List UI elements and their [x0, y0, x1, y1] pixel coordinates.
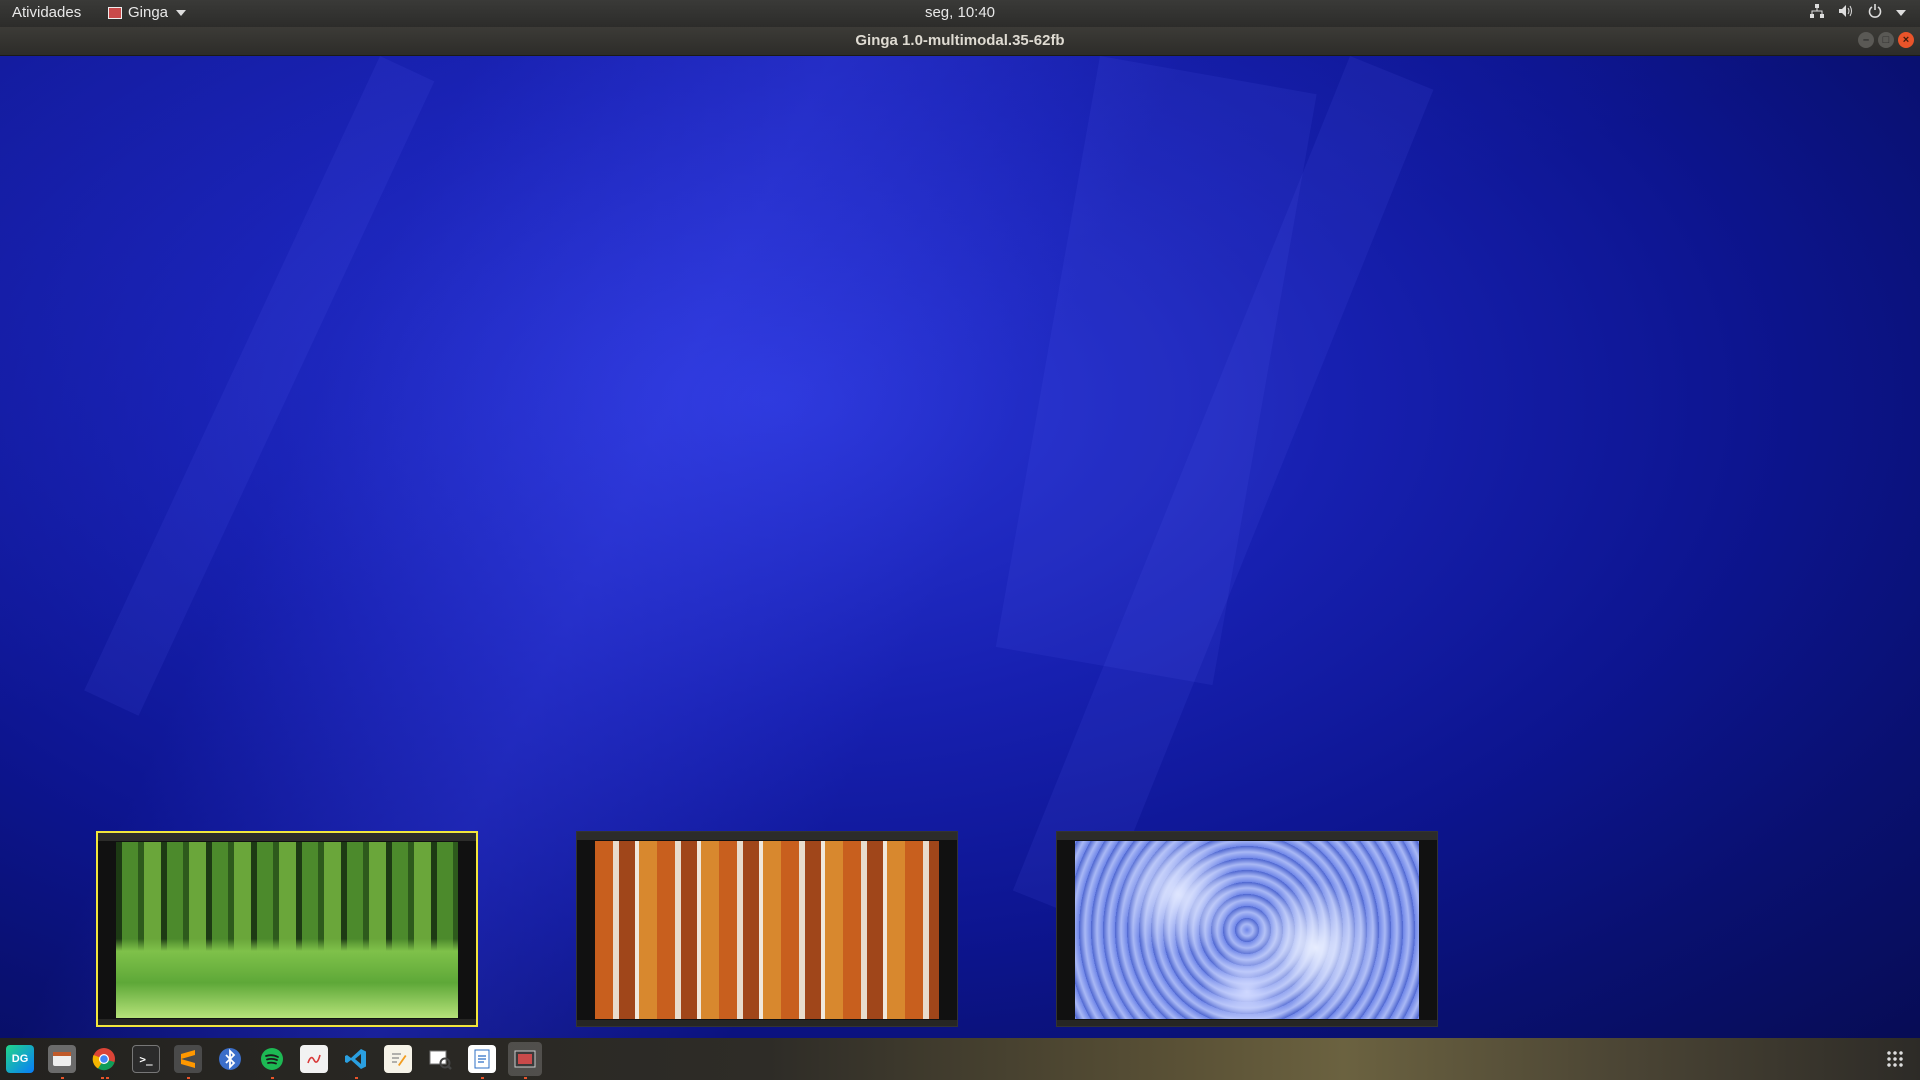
datagrip-label: DG [11, 1053, 29, 1065]
thumbnail-titlebar [98, 833, 476, 841]
text-editor-icon[interactable] [300, 1045, 328, 1073]
bluetooth-icon[interactable] [216, 1045, 244, 1073]
wallpaper-ray [84, 56, 435, 716]
chevron-down-icon[interactable] [1896, 10, 1906, 16]
ginga-app-icon[interactable] [508, 1042, 542, 1076]
sublime-text-icon[interactable] [174, 1045, 202, 1073]
system-tray[interactable] [1810, 4, 1906, 22]
dock: DG >_ [0, 1038, 1920, 1080]
running-indicator [524, 1077, 527, 1079]
power-icon[interactable] [1868, 4, 1882, 22]
running-indicator [61, 1077, 64, 1079]
autumn-scene-image [595, 841, 939, 1019]
files-icon[interactable] [48, 1045, 76, 1073]
thumbnail-controls [1057, 1020, 1437, 1026]
terminal-icon[interactable]: >_ [132, 1045, 160, 1073]
forest-scene-image [116, 842, 458, 1018]
thumbnail-controls [98, 1019, 476, 1025]
top-bar: Atividades Ginga seg, 10:40 [0, 0, 1920, 27]
video-thumbnail-snow[interactable] [1056, 831, 1438, 1027]
window-title: Ginga 1.0-multimodal.35-62fb [855, 32, 1065, 49]
thumbnail-controls [577, 1020, 957, 1026]
running-indicator [101, 1077, 104, 1079]
chevron-down-icon [176, 9, 187, 16]
window-title-bar[interactable]: Ginga 1.0-multimodal.35-62fb – □ × [0, 27, 1920, 56]
video-thumbnail-forest[interactable] [96, 831, 478, 1027]
ginga-app-icon [108, 6, 122, 19]
vscode-icon[interactable] [342, 1045, 370, 1073]
close-icon[interactable]: × [1898, 32, 1914, 48]
activities-button[interactable]: Atividades [12, 4, 81, 21]
document-icon[interactable] [468, 1045, 496, 1073]
spotify-icon[interactable] [258, 1045, 286, 1073]
running-indicator [187, 1077, 190, 1079]
app-menu-label: Ginga [128, 4, 169, 21]
terminal-label: >_ [139, 1052, 153, 1066]
running-indicator [355, 1077, 358, 1079]
snow-scene-image [1075, 841, 1419, 1019]
minimize-icon[interactable]: – [1858, 32, 1874, 48]
thumbnail-titlebar [577, 832, 957, 840]
clock[interactable]: seg, 10:40 [925, 4, 995, 21]
datagrip-icon[interactable]: DG [6, 1045, 34, 1073]
chrome-icon[interactable] [90, 1045, 118, 1073]
thumbnail-titlebar [1057, 832, 1437, 840]
notes-icon[interactable] [384, 1045, 412, 1073]
image-viewer-icon[interactable] [426, 1045, 454, 1073]
video-thumbnail-autumn[interactable] [576, 831, 958, 1027]
app-menu[interactable]: Ginga [108, 4, 187, 21]
maximize-icon[interactable]: □ [1878, 32, 1894, 48]
running-indicator [106, 1077, 109, 1079]
network-icon[interactable] [1810, 4, 1824, 22]
volume-icon[interactable] [1838, 4, 1854, 22]
running-indicator [271, 1077, 274, 1079]
grid-icon[interactable] [1886, 1050, 1904, 1068]
running-indicator [481, 1077, 484, 1079]
